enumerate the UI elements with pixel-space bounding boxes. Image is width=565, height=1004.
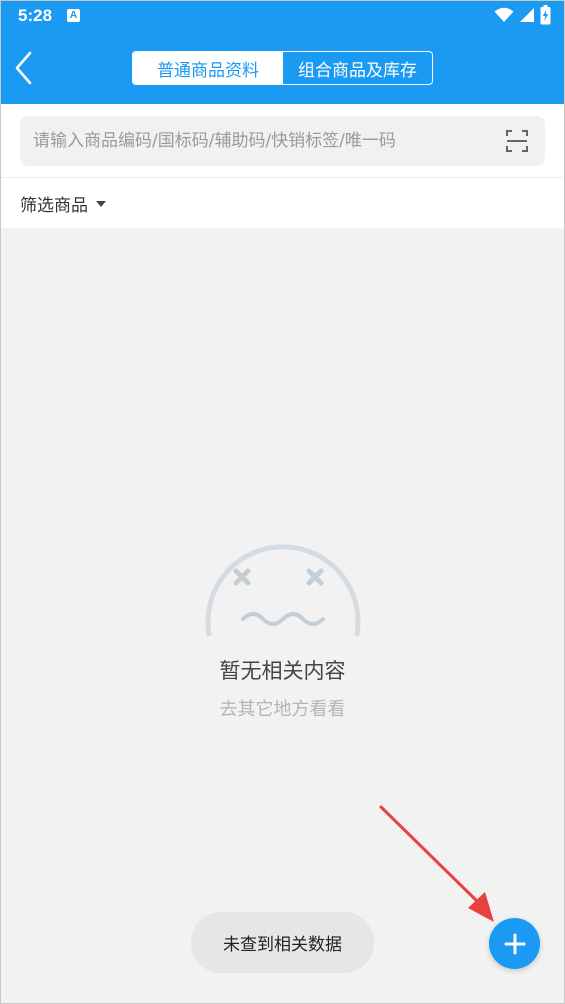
battery-charging-icon [540, 5, 551, 25]
back-button[interactable] [10, 48, 44, 88]
filter-bar: 筛选商品 [0, 178, 565, 228]
signal-icon [520, 8, 534, 22]
status-icons [494, 5, 551, 25]
notification-icon: A [67, 9, 80, 22]
app-header: 普通商品资料 组合商品及库存 [0, 32, 565, 104]
scan-button[interactable] [505, 129, 529, 153]
annotation-arrow [379, 805, 494, 922]
chevron-left-icon [15, 51, 32, 85]
add-product-button[interactable] [489, 918, 540, 969]
segmented-control: 普通商品资料 组合商品及库存 [132, 51, 433, 85]
search-section [0, 104, 565, 177]
toast-text: 未查到相关数据 [223, 935, 342, 955]
empty-state-subtitle: 去其它地方看看 [219, 699, 346, 720]
search-box [20, 116, 545, 166]
tab-combo-products-inventory[interactable]: 组合商品及库存 [283, 52, 432, 84]
plus-icon [504, 933, 525, 954]
empty-state-title: 暂无相关内容 [219, 659, 346, 683]
tab-regular-products[interactable]: 普通商品资料 [133, 52, 283, 84]
scan-icon [506, 130, 528, 152]
status-bar: 5:28 A [0, 0, 565, 32]
toast-message: 未查到相关数据 [191, 912, 374, 973]
sad-face-icon [205, 544, 361, 637]
search-input[interactable] [33, 116, 493, 166]
caret-down-icon [96, 201, 106, 207]
wifi-icon [494, 7, 514, 22]
filter-products-button[interactable]: 筛选商品 [20, 190, 106, 216]
filter-label: 筛选商品 [20, 195, 88, 216]
status-time: 5:28 [18, 6, 53, 25]
